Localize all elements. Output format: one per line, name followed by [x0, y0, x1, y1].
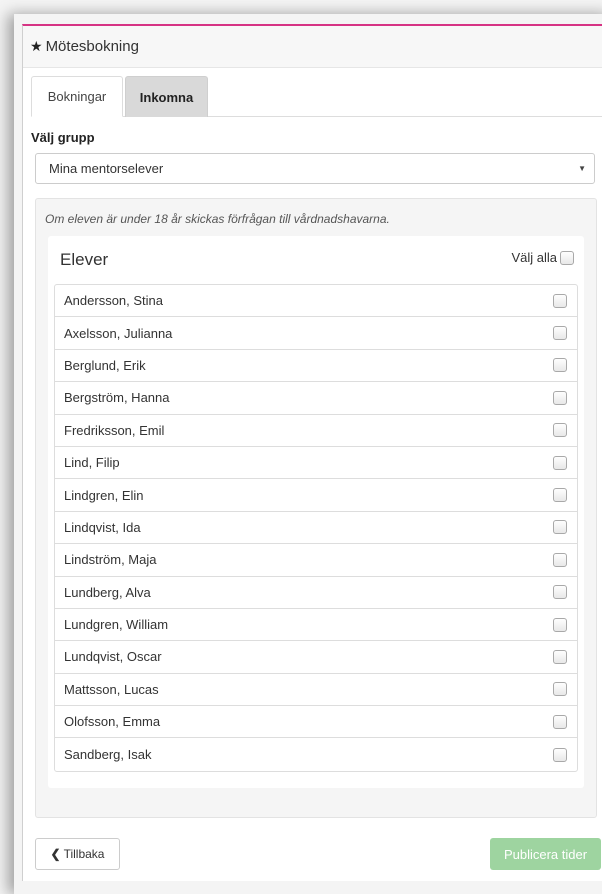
publish-button[interactable]: Publicera tider [490, 838, 601, 870]
group-label: Välj grupp [31, 130, 95, 145]
student-name: Lindqvist, Ida [64, 519, 141, 535]
student-name: Bergström, Hanna [64, 390, 170, 406]
student-name: Berglund, Erik [64, 357, 146, 373]
student-row[interactable]: Sandberg, Isak [55, 738, 577, 770]
chevron-left-icon: ❮ [50, 847, 61, 861]
student-checkbox[interactable] [553, 293, 567, 308]
student-name: Lundgren, William [64, 617, 169, 633]
student-name: Lundqvist, Oscar [64, 649, 162, 665]
student-checkbox[interactable] [553, 682, 567, 697]
student-name: Sandberg, Isak [64, 747, 152, 763]
student-row[interactable]: Lindström, Maja [55, 544, 577, 577]
student-row[interactable]: Bergström, Hanna [55, 382, 577, 415]
student-row[interactable]: Axelsson, Julianna [55, 317, 577, 350]
booking-panel: ★ Mötesbokning Bokningar Inkomna Välj gr… [22, 24, 602, 881]
tab-bar: Bokningar Inkomna [31, 76, 602, 117]
student-name: Olofsson, Emma [64, 714, 161, 730]
student-name: Andersson, Stina [64, 293, 164, 309]
student-checkbox[interactable] [553, 358, 567, 373]
student-checkbox[interactable] [553, 326, 567, 341]
student-row[interactable]: Berglund, Erik [55, 350, 577, 383]
student-checkbox[interactable] [553, 714, 567, 729]
student-checkbox[interactable] [553, 423, 567, 438]
tab-bokningar[interactable]: Bokningar [31, 76, 123, 117]
student-row[interactable]: Fredriksson, Emil [55, 415, 577, 447]
guardian-note: Om eleven är under 18 år skickas förfråg… [45, 212, 390, 226]
students-well: Om eleven är under 18 år skickas förfråg… [35, 198, 597, 818]
tab-inkomna[interactable]: Inkomna [125, 76, 208, 117]
students-title: Elever [60, 250, 109, 269]
student-checkbox[interactable] [553, 552, 567, 567]
panel-title: Mötesbokning [45, 38, 139, 55]
panel-header: ★ Mötesbokning [23, 26, 602, 68]
student-row[interactable]: Andersson, Stina [55, 285, 577, 318]
student-row[interactable]: Lind, Filip [55, 447, 577, 480]
student-name: Fredriksson, Emil [64, 422, 165, 438]
student-checkbox[interactable] [553, 455, 567, 470]
chevron-down-icon: ▼ [578, 164, 586, 173]
student-row[interactable]: Lundberg, Alva [55, 577, 577, 609]
student-checkbox[interactable] [553, 390, 567, 405]
student-row[interactable]: Lindgren, Elin [55, 479, 577, 512]
student-name: Lundberg, Alva [64, 584, 151, 600]
select-all-label: Välj alla [511, 250, 557, 265]
student-checkbox[interactable] [553, 649, 567, 664]
star-icon: ★ [30, 38, 43, 54]
student-name: Lindström, Maja [64, 552, 157, 568]
group-select-value: Mina mentorselever [49, 161, 164, 176]
student-name: Lind, Filip [64, 455, 120, 471]
student-checkbox[interactable] [553, 488, 567, 503]
student-name: Mattsson, Lucas [64, 681, 159, 697]
back-button-label: Tillbaka [63, 847, 105, 861]
student-checkbox[interactable] [553, 617, 567, 632]
student-row[interactable]: Lindqvist, Ida [55, 512, 577, 545]
student-row[interactable]: Olofsson, Emma [55, 706, 577, 739]
student-name: Axelsson, Julianna [64, 325, 173, 341]
student-row[interactable]: Lundqvist, Oscar [55, 641, 577, 674]
student-list: Andersson, Stina Axelsson, Julianna Berglu… [54, 284, 578, 772]
select-all-checkbox[interactable] [560, 250, 574, 265]
select-all[interactable]: Välj alla [511, 250, 574, 265]
student-name: Lindgren, Elin [64, 487, 144, 503]
student-checkbox[interactable] [553, 747, 567, 762]
student-checkbox[interactable] [553, 585, 567, 600]
back-button[interactable]: ❮ Tillbaka [35, 838, 120, 870]
group-select[interactable]: Mina mentorselever ▼ [35, 153, 595, 184]
student-checkbox[interactable] [553, 520, 567, 535]
student-row[interactable]: Lundgren, William [55, 609, 577, 642]
student-row[interactable]: Mattsson, Lucas [55, 674, 577, 707]
students-box: Elever Välj alla Andersson, Stina Axelsso… [48, 236, 584, 788]
